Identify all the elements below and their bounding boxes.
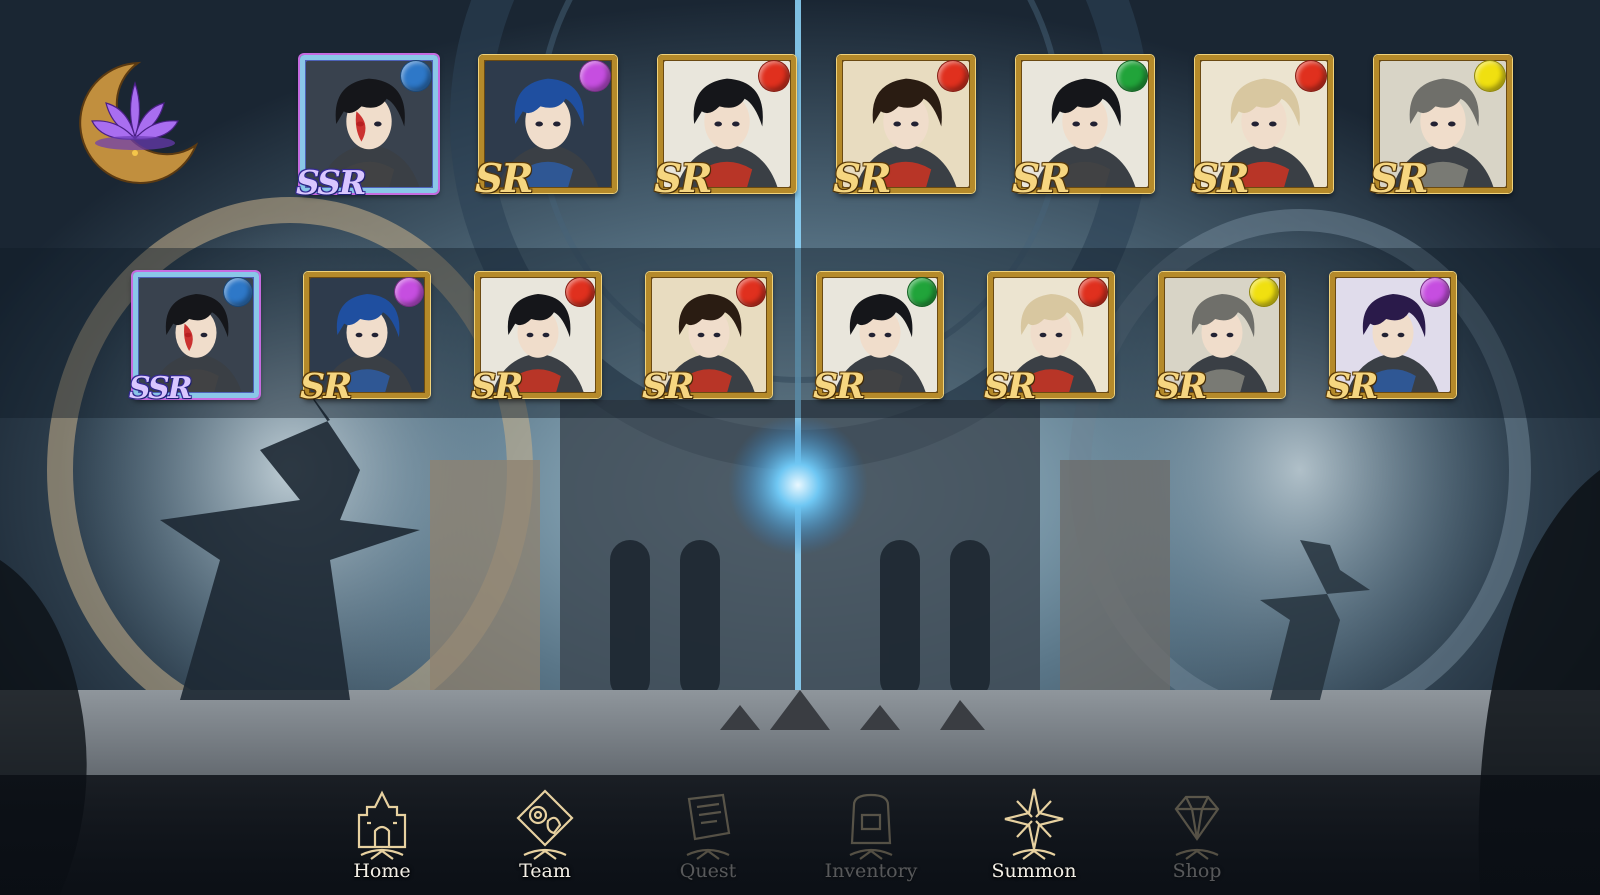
nav-team-label: Team — [519, 860, 571, 882]
team-gear-icon — [516, 789, 574, 860]
formation-card[interactable]: SR — [833, 55, 975, 199]
nav-team-button[interactable]: Team — [480, 785, 610, 890]
element-orb-icon — [1474, 60, 1506, 92]
element-orb-icon — [736, 277, 766, 307]
rarity-badge: SSR — [296, 163, 366, 202]
rarity-badge: SR — [654, 156, 713, 202]
rarity-badge: SR — [1155, 366, 1207, 407]
nav-home-button[interactable]: Home — [317, 785, 447, 890]
rarity-badge: SR — [1370, 156, 1429, 202]
backpack-icon — [849, 793, 893, 860]
rarity-badge: SR — [1012, 156, 1071, 202]
roster-card[interactable]: SR — [471, 272, 601, 404]
element-orb-icon — [1116, 60, 1148, 92]
nav-summon-label: Summon — [991, 860, 1077, 882]
formation-card[interactable]: SR — [1012, 55, 1154, 199]
element-orb-icon — [400, 60, 432, 92]
rarity-badge: SSR — [129, 371, 193, 406]
gem-icon — [1174, 795, 1220, 860]
scroll-icon — [686, 793, 731, 860]
nav-summon-button[interactable]: Summon — [969, 785, 1099, 890]
formation-card[interactable]: SSR — [296, 55, 438, 199]
element-orb-icon — [1249, 277, 1279, 307]
element-orb-icon — [1420, 277, 1450, 307]
roster-card[interactable]: SR — [984, 272, 1114, 404]
compass-star-icon — [1004, 788, 1064, 860]
roster-card[interactable]: SR — [1326, 272, 1456, 404]
rarity-badge: SR — [984, 366, 1036, 407]
formation-card[interactable]: SR — [1191, 55, 1333, 199]
element-orb-icon — [907, 277, 937, 307]
roster-card[interactable]: SR — [813, 272, 943, 404]
nav-shop-label: Shop — [1172, 860, 1222, 882]
nav-inventory-button[interactable]: Inventory — [806, 785, 936, 890]
roster-card[interactable]: SR — [642, 272, 772, 404]
formation-card[interactable]: SR — [654, 55, 796, 199]
element-orb-icon — [223, 277, 253, 307]
background-scene — [0, 0, 1600, 895]
rarity-badge: SR — [1326, 366, 1378, 407]
rarity-badge: SR — [475, 156, 534, 202]
rarity-badge: SR — [833, 156, 892, 202]
roster-card[interactable]: SR — [300, 272, 430, 404]
nav-home-label: Home — [353, 860, 411, 882]
lotus-crescent-moon-icon[interactable] — [68, 55, 203, 185]
element-orb-icon — [565, 277, 595, 307]
roster-card[interactable]: SSR — [129, 272, 259, 404]
formation-card[interactable]: SR — [475, 55, 617, 199]
element-orb-icon — [579, 60, 611, 92]
formation-card[interactable]: SR — [1370, 55, 1512, 199]
element-orb-icon — [937, 60, 969, 92]
element-orb-icon — [394, 277, 424, 307]
roster-card[interactable]: SR — [1155, 272, 1285, 404]
nav-quest-button[interactable]: Quest — [643, 785, 773, 890]
rarity-badge: SR — [300, 366, 352, 407]
element-orb-icon — [758, 60, 790, 92]
rarity-badge: SR — [813, 366, 865, 407]
nav-inventory-label: Inventory — [824, 860, 918, 882]
rarity-badge: SR — [471, 366, 523, 407]
nav-quest-label: Quest — [679, 860, 737, 882]
rarity-badge: SR — [642, 366, 694, 407]
bottom-nav-bar — [0, 775, 1600, 895]
rarity-badge: SR — [1191, 156, 1250, 202]
nav-shop-button[interactable]: Shop — [1132, 785, 1262, 890]
element-orb-icon — [1078, 277, 1108, 307]
castle-icon — [357, 790, 407, 860]
element-orb-icon — [1295, 60, 1327, 92]
